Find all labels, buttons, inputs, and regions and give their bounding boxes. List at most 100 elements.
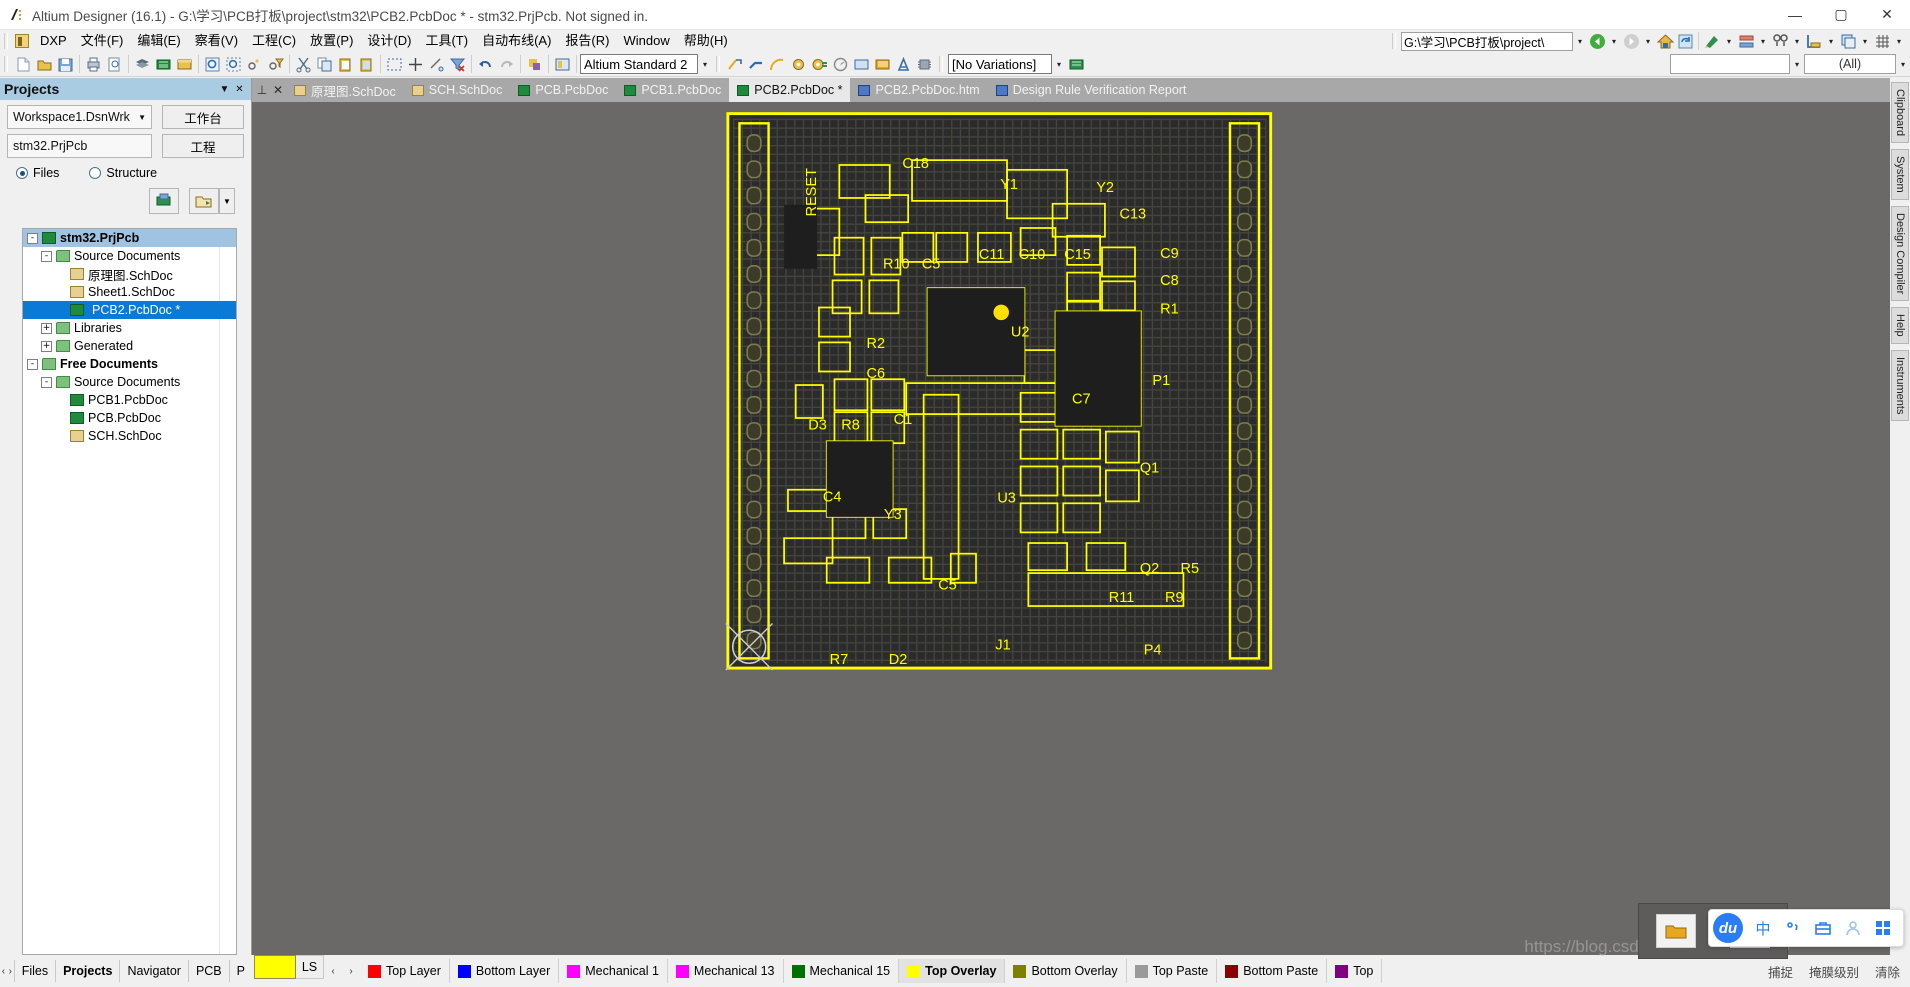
open-project-icon[interactable]	[132, 54, 153, 75]
tree-expander-icon[interactable]: -	[27, 232, 38, 244]
layer-prev-icon[interactable]: ‹	[324, 955, 342, 987]
highlight-icon[interactable]	[524, 54, 545, 75]
print-preview-icon[interactable]	[104, 54, 125, 75]
place-pad-icon[interactable]	[788, 54, 809, 75]
dock-tab[interactable]: Instruments	[1891, 349, 1909, 422]
zoom-document-icon[interactable]	[202, 54, 223, 75]
address-toolbar-grip[interactable]	[1391, 33, 1398, 49]
dock-tab[interactable]: System	[1891, 149, 1909, 200]
project-button[interactable]: 工程	[162, 134, 244, 158]
filter-dropdown-icon[interactable]: ▾	[1790, 55, 1804, 74]
panel-tab[interactable]: Files	[13, 960, 55, 982]
grid-icon[interactable]	[1872, 32, 1892, 51]
board-view-icon[interactable]	[552, 54, 573, 75]
workspace-button[interactable]: 工作台	[162, 105, 244, 129]
tree-expander-icon[interactable]: -	[41, 376, 52, 388]
place-via-icon[interactable]	[809, 54, 830, 75]
menu-item-edit[interactable]: 编辑(E)	[130, 30, 187, 52]
place-track-icon[interactable]	[746, 54, 767, 75]
tree-item[interactable]: 原理图.SchDoc	[23, 265, 236, 283]
menu-grip[interactable]	[3, 33, 10, 49]
panel-tab[interactable]: P	[228, 960, 252, 982]
folder-icon[interactable]	[174, 54, 195, 75]
address-input[interactable]: G:\学习\PCB打板\project\	[1401, 31, 1573, 51]
address-dropdown-icon[interactable]: ▾	[1573, 32, 1587, 51]
place-circle-icon[interactable]	[830, 54, 851, 75]
layer-next-icon[interactable]: ›	[342, 955, 360, 987]
menu-item-view[interactable]: 察看(V)	[188, 30, 245, 52]
paste-special-icon[interactable]	[356, 54, 377, 75]
document-tab[interactable]: 原理图.SchDoc	[286, 78, 404, 102]
arrange-windows-icon[interactable]	[1838, 32, 1858, 51]
menu-item-window[interactable]: Window	[616, 30, 676, 52]
standard-toolbar-select[interactable]: Altium Standard 2	[580, 54, 698, 74]
paste-icon[interactable]	[335, 54, 356, 75]
close-icon[interactable]: ✕	[270, 78, 286, 102]
document-tab[interactable]: Design Rule Verification Report	[988, 78, 1195, 102]
layers-icon[interactable]	[1736, 32, 1756, 51]
layer-tab[interactable]: Bottom Overlay	[1005, 959, 1127, 983]
zoom-area-icon[interactable]	[223, 54, 244, 75]
scope-dropdown-icon[interactable]: ▾	[1896, 55, 1910, 74]
menu-item-reports[interactable]: 报告(R)	[558, 30, 616, 52]
project-field[interactable]: stm32.PrjPcb	[7, 134, 152, 158]
layer-tab[interactable]: Mechanical 13	[668, 959, 784, 983]
minimize-button[interactable]: —	[1772, 0, 1818, 30]
place-string-icon[interactable]	[893, 54, 914, 75]
layer-tab[interactable]: Bottom Layer	[450, 959, 560, 983]
forward-dropdown-icon[interactable]: ▾	[1641, 32, 1655, 51]
find-dropdown-icon[interactable]: ▾	[1790, 32, 1804, 51]
menu-item-place[interactable]: 放置(P)	[303, 30, 360, 52]
menu-item-tools[interactable]: 工具(T)	[418, 30, 475, 52]
tree-item[interactable]: Sheet1.SchDoc	[23, 283, 236, 301]
open-folder-icon[interactable]	[189, 188, 219, 214]
menu-item-project[interactable]: 工程(C)	[245, 30, 303, 52]
panel-tab[interactable]: PCB	[187, 960, 229, 982]
layers-dropdown-icon[interactable]: ▾	[1756, 32, 1770, 51]
open-document-icon[interactable]	[34, 54, 55, 75]
layer-tab[interactable]: Mechanical 1	[559, 959, 668, 983]
menu-item-file[interactable]: 文件(F)	[74, 30, 131, 52]
layer-tab[interactable]: Bottom Paste	[1217, 959, 1328, 983]
ime-mode-label[interactable]: 中	[1753, 918, 1773, 939]
tree-expander-icon[interactable]: +	[41, 340, 52, 352]
layer-tab[interactable]: Mechanical 15	[784, 959, 900, 983]
print-icon[interactable]	[83, 54, 104, 75]
pin-icon[interactable]: ⊥	[254, 78, 270, 102]
place-fill-icon[interactable]	[851, 54, 872, 75]
grid-dropdown-icon[interactable]: ▾	[1892, 32, 1906, 51]
tree-item[interactable]: - Source Documents	[23, 373, 236, 391]
tree-item[interactable]: - stm32.PrjPcb	[23, 229, 236, 247]
deselect-icon[interactable]	[426, 54, 447, 75]
schematic-dropdown-icon[interactable]: ▾	[1722, 32, 1736, 51]
save-icon[interactable]	[55, 54, 76, 75]
tree-item[interactable]: - Free Documents	[23, 355, 236, 373]
pcb-canvas[interactable]: C18 Y1 Y2 C13 RESET C9 C11 C10 C15 C8 R10 C5 R1 U2 R2 P…	[252, 102, 1890, 955]
panel-tabs-next-icon[interactable]: ›	[7, 966, 14, 977]
arrange-dropdown-icon[interactable]: ▾	[1858, 32, 1872, 51]
close-button[interactable]: ✕	[1864, 0, 1910, 30]
baidu-ime-logo-icon[interactable]: du	[1713, 913, 1743, 943]
place-polygon-icon[interactable]	[872, 54, 893, 75]
place-line-icon[interactable]	[725, 54, 746, 75]
punctuation-icon[interactable]	[1783, 920, 1803, 936]
filter-icon[interactable]	[265, 54, 286, 75]
measure-dropdown-icon[interactable]: ▾	[1824, 32, 1838, 51]
undo-icon[interactable]	[475, 54, 496, 75]
radio-structure[interactable]: Structure	[89, 166, 157, 180]
maximize-button[interactable]: ▢	[1818, 0, 1864, 30]
layer-tab[interactable]: Top Overlay	[899, 959, 1006, 983]
status-item-snap[interactable]: 捕捉	[1768, 962, 1793, 981]
tree-expander-icon[interactable]: -	[41, 250, 52, 262]
filter-input[interactable]	[1670, 54, 1790, 74]
forward-arrow-icon[interactable]	[1621, 32, 1641, 51]
select-region-icon[interactable]	[384, 54, 405, 75]
pcb-document-icon[interactable]	[153, 54, 174, 75]
panel-tab[interactable]: Navigator	[119, 960, 188, 982]
variant-manager-icon[interactable]	[1066, 54, 1087, 75]
copy-icon[interactable]	[314, 54, 335, 75]
document-tab[interactable]: PCB1.PcbDoc	[616, 78, 729, 102]
variations-dropdown-icon[interactable]: ▾	[1052, 55, 1066, 74]
toolbar-grip-3[interactable]	[938, 56, 945, 72]
back-arrow-icon[interactable]	[1587, 32, 1607, 51]
